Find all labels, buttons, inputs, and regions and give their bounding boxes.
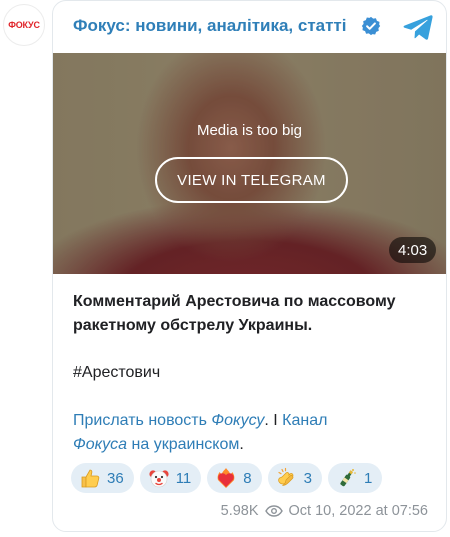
post-date-link[interactable]: Oct 10, 2022 at 07:56 bbox=[289, 503, 428, 519]
reaction-count: 8 bbox=[243, 469, 252, 487]
post-card: Фокус: новини, аналітика, статті Media i… bbox=[52, 0, 447, 532]
channel-title[interactable]: Фокус: новини, аналітика, статті bbox=[73, 16, 347, 36]
media-too-big-note: Media is too big bbox=[196, 122, 303, 139]
clown-face-icon bbox=[148, 467, 170, 489]
clapping-hands-icon bbox=[276, 467, 298, 489]
reaction-count: 1 bbox=[363, 469, 373, 487]
reaction-champagne[interactable]: 1 bbox=[327, 463, 383, 493]
telegram-logo-icon[interactable] bbox=[403, 14, 433, 40]
ukrainian-channel-link-tail: на украинском bbox=[127, 436, 240, 453]
reaction-count: 3 bbox=[303, 469, 312, 487]
video-preview[interactable]: Media is too big VIEW IN TELEGRAM 4:03 bbox=[53, 53, 446, 274]
champagne-icon bbox=[336, 467, 358, 489]
verified-badge-icon bbox=[361, 16, 381, 36]
post-links: Прислать новость Фокусу. I Канал Фокуса н… bbox=[73, 409, 438, 457]
eye-icon bbox=[264, 505, 283, 517]
thumbs-up-icon bbox=[79, 467, 101, 489]
send-news-link-brand: Фокусу bbox=[211, 412, 265, 429]
send-news-link[interactable]: Прислать новость Фокусу bbox=[73, 412, 264, 429]
views-count: 5.98K bbox=[220, 503, 259, 519]
reaction-count: 36 bbox=[107, 469, 124, 487]
ukrainian-channel-link-brand: Фокуса bbox=[73, 436, 128, 453]
ukrainian-channel-link-text: Канал bbox=[282, 412, 328, 429]
reaction-clapping[interactable]: 3 bbox=[267, 463, 322, 493]
post-header: Фокус: новини, аналітика, статті bbox=[53, 1, 446, 53]
post-headline: Комментарий Арестовича по массовому раке… bbox=[73, 293, 396, 334]
links-separator: . I bbox=[264, 412, 283, 429]
reaction-thumbs-up[interactable]: 36 bbox=[71, 463, 134, 493]
reaction-heart-on-fire[interactable]: 8 bbox=[207, 463, 262, 493]
reactions-bar: 36 11 8 3 1 bbox=[71, 463, 383, 493]
hashtag-text[interactable]: #Арестович bbox=[73, 364, 160, 381]
links-tail: . bbox=[239, 436, 244, 453]
avatar-logo-text: ФОКУС bbox=[8, 20, 40, 30]
video-duration-badge: 4:03 bbox=[389, 237, 437, 263]
reaction-clown[interactable]: 11 bbox=[139, 463, 202, 493]
post-meta: 5.98K Oct 10, 2022 at 07:56 bbox=[221, 499, 428, 523]
view-in-telegram-button[interactable]: VIEW IN TELEGRAM bbox=[155, 157, 348, 203]
send-news-link-text: Прислать новость bbox=[73, 412, 212, 429]
reaction-count: 11 bbox=[175, 469, 192, 487]
channel-avatar[interactable]: ФОКУС bbox=[3, 4, 45, 46]
heart-on-fire-icon bbox=[215, 467, 237, 489]
hashtag-link[interactable]: #Арестович bbox=[73, 361, 438, 385]
